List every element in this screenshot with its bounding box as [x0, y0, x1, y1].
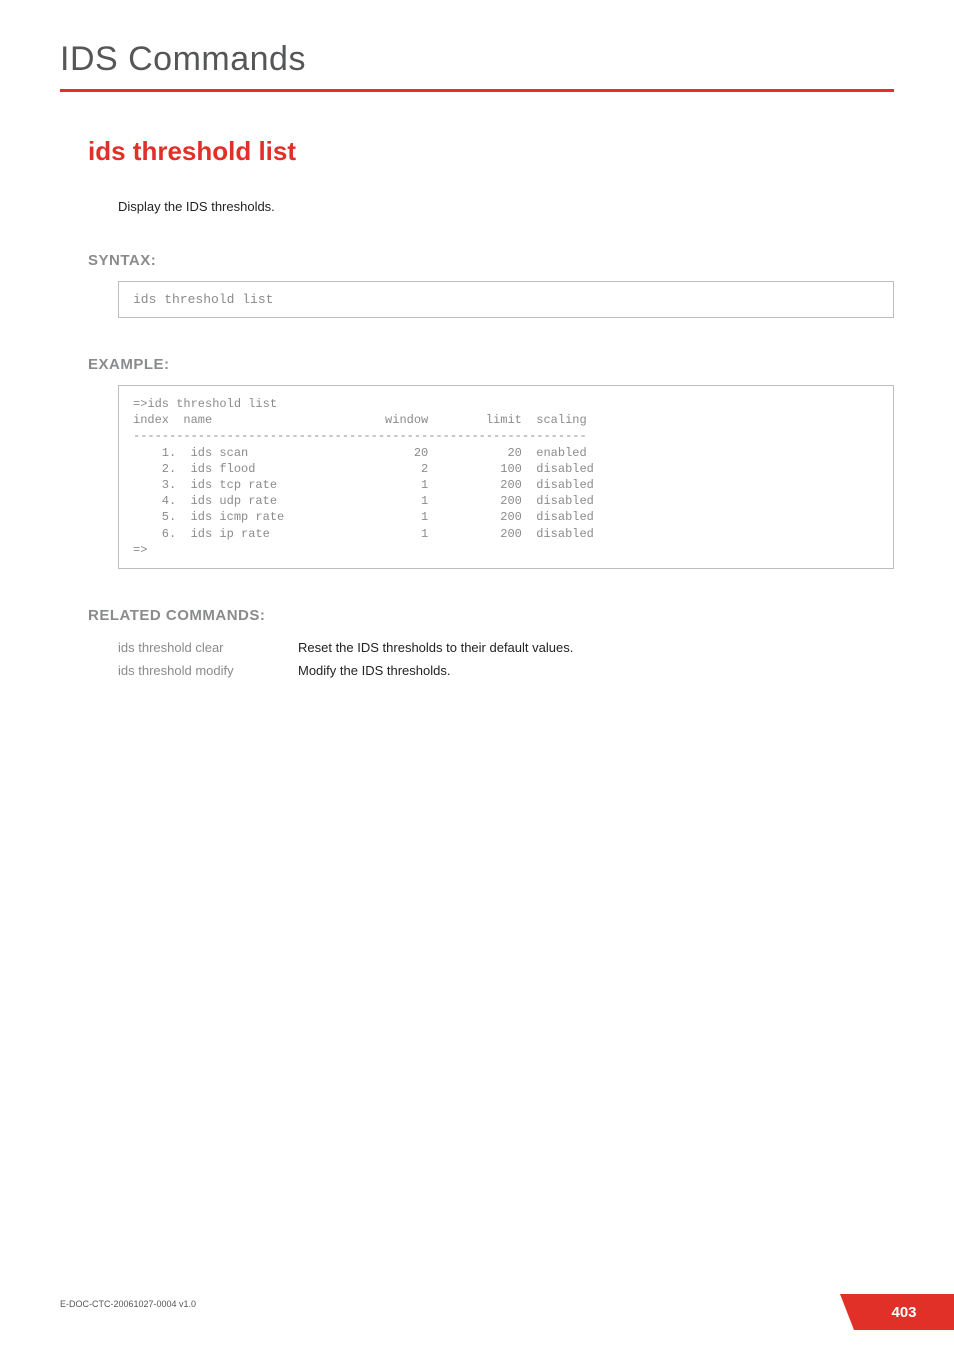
section-description: Display the IDS thresholds.	[118, 199, 894, 214]
related-command-name: ids threshold clear	[118, 636, 298, 659]
related-command-desc: Reset the IDS thresholds to their defaul…	[298, 636, 573, 659]
section-title: ids threshold list	[88, 136, 894, 167]
table-row: ids threshold clear Reset the IDS thresh…	[118, 636, 573, 659]
syntax-heading: SYNTAX:	[88, 252, 894, 269]
content-body: ids threshold list Display the IDS thres…	[88, 136, 894, 682]
chapter-title: IDS Commands	[60, 40, 894, 79]
horizontal-rule	[60, 89, 894, 92]
page-footer: E-DOC-CTC-20061027-0004 v1.0 403	[60, 1294, 954, 1322]
page-number-badge: 403	[854, 1294, 954, 1330]
related-command-name: ids threshold modify	[118, 659, 298, 682]
syntax-box: ids threshold list	[118, 281, 894, 318]
example-box: =>ids threshold list index name window l…	[118, 385, 894, 569]
related-command-desc: Modify the IDS thresholds.	[298, 659, 573, 682]
document-id: E-DOC-CTC-20061027-0004 v1.0	[60, 1299, 196, 1309]
related-commands-heading: RELATED COMMANDS:	[88, 607, 894, 624]
example-heading: EXAMPLE:	[88, 356, 894, 373]
related-commands-table: ids threshold clear Reset the IDS thresh…	[118, 636, 573, 682]
table-row: ids threshold modify Modify the IDS thre…	[118, 659, 573, 682]
page-number: 403	[891, 1304, 916, 1321]
